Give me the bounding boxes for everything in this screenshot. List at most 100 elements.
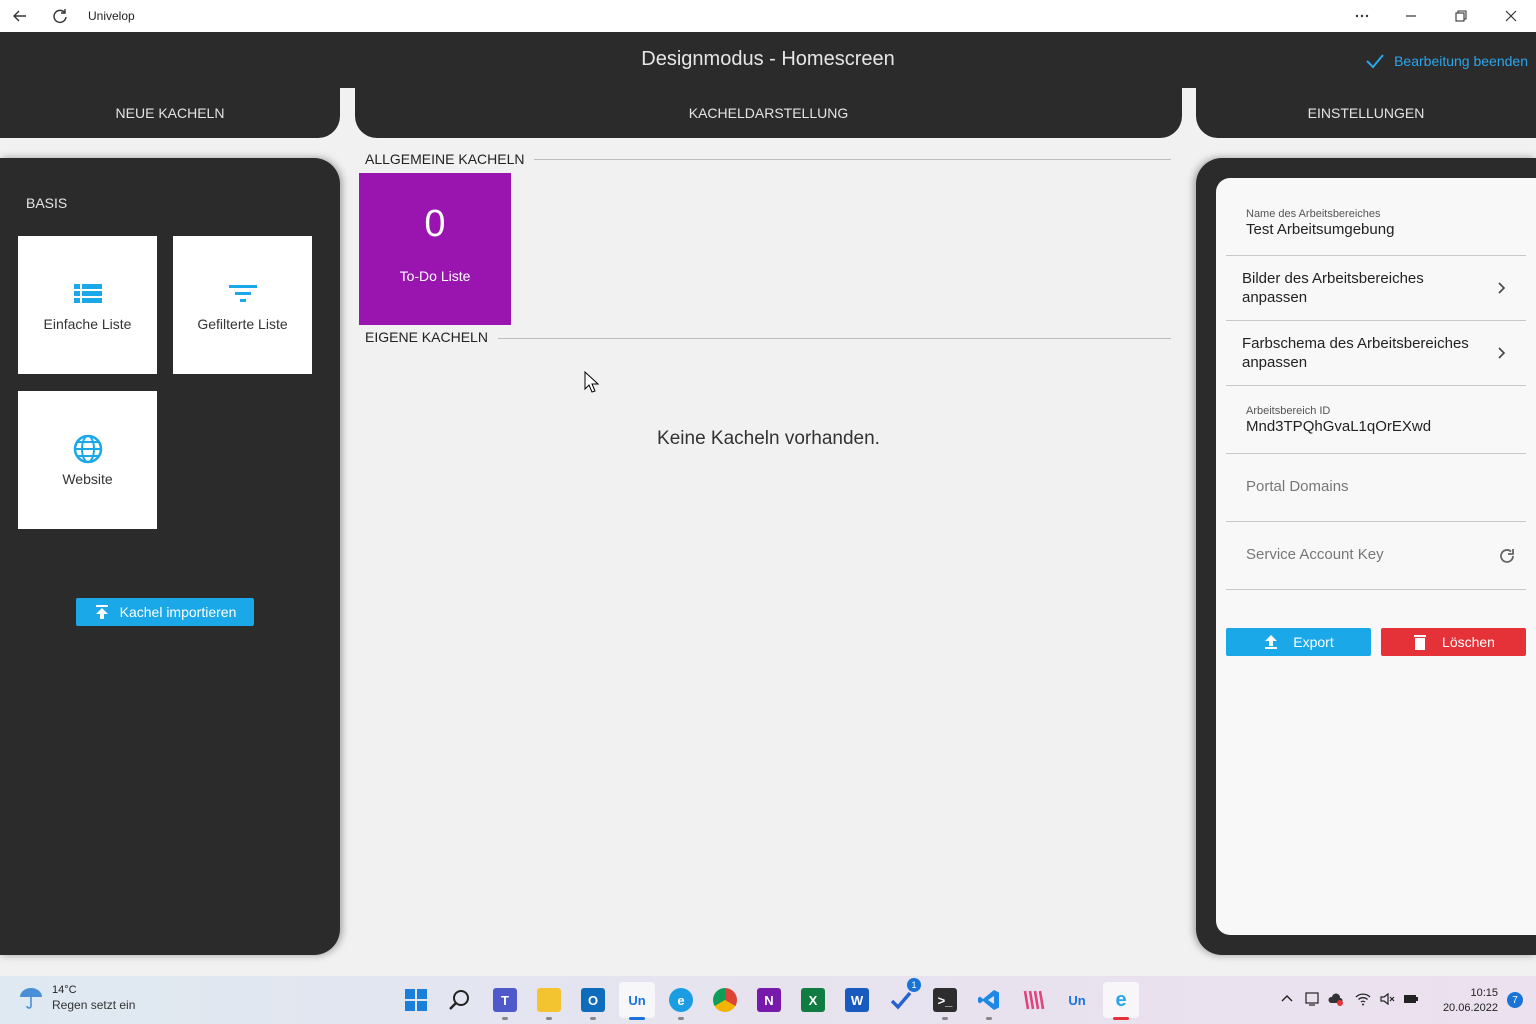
tile-label: Website — [62, 471, 113, 487]
section-heading-general: ALLGEMEINE KACHELN — [365, 151, 525, 167]
workspace-id-field[interactable]: Arbeitsbereich ID Mnd3TPQhGvaL1qOrEXwd — [1226, 386, 1526, 454]
section-heading-basis: BASIS — [26, 195, 68, 211]
battery-icon[interactable] — [1402, 990, 1420, 1008]
paint-app[interactable] — [1015, 982, 1051, 1018]
notification-count-badge[interactable]: 7 — [1507, 992, 1523, 1008]
internet-explorer-app[interactable]: e — [1103, 982, 1139, 1020]
chrome-icon — [713, 988, 737, 1012]
service-account-key-field[interactable]: Service Account Key — [1226, 522, 1526, 590]
todo-check-icon — [890, 991, 912, 1010]
field-label: Name des Arbeitsbereiches — [1246, 208, 1381, 220]
file-explorer-app[interactable] — [531, 982, 567, 1020]
monitor-icon[interactable] — [1303, 990, 1321, 1008]
globe-icon — [73, 434, 102, 464]
univelop-icon: Un — [1068, 992, 1086, 1008]
temperature: 14°C — [52, 984, 77, 996]
settings-card: Name des Arbeitsbereiches Test Arbeitsum… — [1216, 178, 1536, 935]
weather-condition: Regen setzt ein — [52, 998, 136, 1012]
tab-tile-display[interactable]: KACHELDARSTELLUNG — [355, 88, 1182, 138]
delete-button[interactable]: Löschen — [1381, 628, 1526, 656]
finish-editing-label: Bearbeitung beenden — [1394, 53, 1528, 69]
teams-app[interactable]: T — [487, 982, 523, 1020]
univelop-icon: Un — [628, 992, 646, 1008]
folder-icon — [537, 988, 561, 1012]
onedrive-error-icon[interactable] — [1327, 990, 1345, 1008]
onenote-icon: N — [757, 988, 781, 1012]
internet-explorer-icon: e — [1115, 988, 1127, 1011]
todo-list-tile[interactable]: 0 To-Do Liste — [359, 173, 511, 325]
portal-domains-field[interactable]: Portal Domains — [1226, 454, 1526, 522]
tile-label: Einfache Liste — [43, 316, 132, 332]
checkmark-icon — [1366, 54, 1384, 69]
field-placeholder: Portal Domains — [1246, 478, 1349, 495]
tab-new-tiles[interactable]: NEUE KACHELN — [0, 88, 340, 138]
refresh-key-icon[interactable] — [1498, 547, 1516, 565]
mouse-cursor-icon — [584, 371, 600, 393]
search-button[interactable] — [442, 982, 478, 1018]
export-button[interactable]: Export — [1226, 628, 1371, 656]
tile-filtered-list[interactable]: Gefilterte Liste — [173, 236, 312, 374]
teams-icon: T — [493, 988, 517, 1012]
upload-icon — [1265, 635, 1278, 649]
vscode-icon — [978, 990, 999, 1010]
link-label: Farbschema des Arbeitsbereiches anpassen — [1242, 335, 1469, 371]
chevron-up-icon[interactable] — [1278, 990, 1296, 1008]
delete-label: Löschen — [1442, 634, 1495, 650]
window-titlebar: Univelop — [0, 0, 1536, 32]
todo-badge: 1 — [907, 978, 921, 992]
search-icon — [449, 990, 469, 1010]
edge-app[interactable]: e — [663, 982, 699, 1020]
workspace-images-link[interactable]: Bilder des Arbeitsbereiches anpassen — [1226, 256, 1526, 321]
tile-simple-list[interactable]: Einfache Liste — [18, 236, 157, 374]
upload-icon — [95, 605, 108, 619]
tile-label: Gefilterte Liste — [197, 316, 288, 332]
refresh-icon[interactable] — [40, 0, 80, 32]
terminal-app[interactable]: >_ — [927, 982, 963, 1020]
terminal-icon: >_ — [933, 988, 957, 1012]
paint-stripes-icon — [1023, 990, 1045, 1010]
todo-count: 0 — [424, 203, 446, 245]
onenote-app[interactable]: N — [751, 982, 787, 1018]
system-clock[interactable]: 10:15 20.06.2022 — [1428, 986, 1498, 1016]
field-placeholder: Service Account Key — [1246, 546, 1384, 563]
word-app[interactable]: W — [839, 982, 875, 1018]
divider — [498, 338, 1171, 339]
finish-editing-button[interactable]: Bearbeitung beenden — [1364, 50, 1528, 72]
field-value: Mnd3TPQhGvaL1qOrEXwd — [1246, 418, 1432, 435]
color-scheme-link[interactable]: Farbschema des Arbeitsbereiches anpassen — [1226, 321, 1526, 386]
weather-widget[interactable]: 14°C Regen setzt ein — [18, 984, 135, 1012]
more-dots-icon[interactable] — [1338, 0, 1386, 32]
windows-logo-icon — [405, 989, 427, 1011]
minimize-button[interactable] — [1386, 0, 1436, 32]
start-button[interactable] — [398, 982, 434, 1018]
link-label: Bilder des Arbeitsbereiches anpassen — [1242, 270, 1424, 306]
workspace-name-field[interactable]: Name des Arbeitsbereiches Test Arbeitsum… — [1226, 178, 1526, 256]
taskbar: 14°C Regen setzt ein T O Un e N X W 1 >_ — [0, 976, 1536, 1024]
close-button[interactable] — [1486, 0, 1536, 32]
tab-label: EINSTELLUNGEN — [1307, 105, 1425, 121]
chrome-app[interactable] — [707, 982, 743, 1018]
excel-app[interactable]: X — [795, 982, 831, 1018]
app-title: Univelop — [88, 9, 135, 23]
tab-settings[interactable]: EINSTELLUNGEN — [1196, 88, 1536, 138]
speaker-muted-icon[interactable] — [1378, 990, 1396, 1008]
back-arrow-icon[interactable] — [0, 0, 40, 32]
univelop-app[interactable]: Un — [619, 982, 655, 1020]
todo-label: To-Do Liste — [399, 268, 471, 284]
tile-website[interactable]: Website — [18, 391, 157, 529]
field-label: Arbeitsbereich ID — [1246, 405, 1331, 417]
app-header: Designmodus - Homescreen Bearbeitung bee… — [0, 32, 1536, 88]
clock-date: 20.06.2022 — [1442, 1002, 1498, 1014]
restore-button[interactable] — [1436, 0, 1486, 32]
outlook-app[interactable]: O — [575, 982, 611, 1020]
todo-app[interactable]: 1 — [883, 978, 921, 1018]
section-heading-own: EIGENE KACHELN — [365, 329, 488, 345]
word-icon: W — [845, 988, 869, 1012]
wifi-icon[interactable] — [1354, 990, 1372, 1008]
new-tiles-panel: BASIS Einfache Liste Gefilterte Liste We… — [0, 158, 340, 955]
filter-icon — [228, 285, 257, 302]
univelop-secondary-app[interactable]: Un — [1059, 982, 1095, 1018]
import-label: Kachel importieren — [119, 604, 237, 620]
vscode-app[interactable] — [971, 982, 1007, 1020]
import-tile-button[interactable]: Kachel importieren — [76, 598, 254, 626]
